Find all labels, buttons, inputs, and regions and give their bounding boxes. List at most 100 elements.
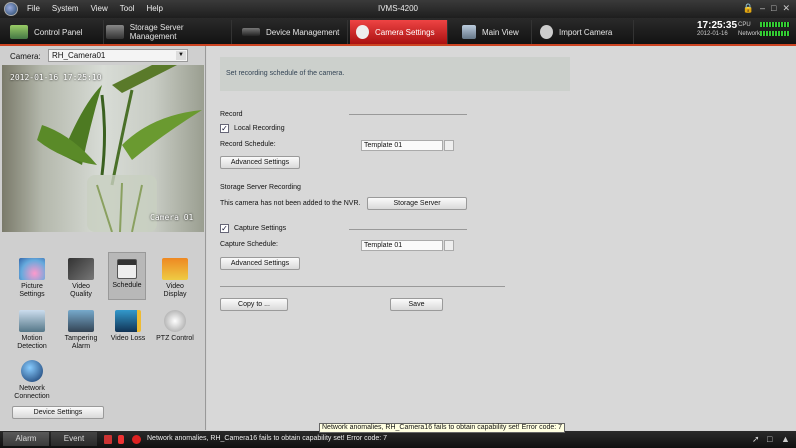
status-message: Network anomalies, RH_Camera16 fails to … xyxy=(147,435,388,442)
capture-schedule-select[interactable]: Template 01 xyxy=(361,240,443,251)
function-video-quality[interactable]: Video Quality xyxy=(62,258,100,299)
motion-detection-icon xyxy=(19,310,45,332)
function-label: Network Connection xyxy=(14,385,50,400)
event-tab[interactable]: Event xyxy=(51,432,97,446)
camera-preview[interactable]: 2012-01-16 17:25:10 Camera 01 xyxy=(2,65,204,232)
network-label: Network xyxy=(738,31,761,37)
camera-select-value: RH_Camera01 xyxy=(52,51,106,60)
record-advanced-settings-button[interactable]: Advanced Settings xyxy=(220,156,300,169)
camera-warning-icon xyxy=(132,435,141,444)
tab-label: Control Panel xyxy=(34,27,83,37)
function-label: Motion Detection xyxy=(17,335,47,350)
restore-icon[interactable]: □ xyxy=(767,434,772,444)
tab-label: Camera Settings xyxy=(375,27,435,37)
record-schedule-select[interactable]: Template 01 xyxy=(361,140,443,151)
hint-box: Set recording schedule of the camera. xyxy=(220,57,570,91)
video-quality-icon xyxy=(68,258,94,280)
schedule-icon xyxy=(117,259,137,279)
tab-label: Device Management xyxy=(266,27,340,37)
capture-schedule-label: Capture Schedule: xyxy=(220,241,278,248)
collapse-icon[interactable]: ▲ xyxy=(781,434,790,444)
alarm-alert-icon[interactable] xyxy=(118,435,124,444)
camera-select[interactable]: RH_Camera01 ▼ xyxy=(48,49,188,62)
device-settings-button[interactable]: Device Settings xyxy=(12,406,104,419)
tampering-alarm-icon xyxy=(68,310,94,332)
local-recording-label: Local Recording xyxy=(234,125,285,132)
tab-label: Import Camera xyxy=(559,27,613,37)
preview-timestamp: 2012-01-16 17:25:10 xyxy=(10,73,102,82)
camera-label: Camera: xyxy=(10,52,41,61)
window-title: IVMS-4200 xyxy=(377,4,419,13)
system-monitor: CPU Network xyxy=(738,21,790,39)
preview-camera-name: Camera 01 xyxy=(150,213,194,222)
record-divider xyxy=(349,114,467,115)
alarm-tab[interactable]: Alarm xyxy=(3,432,49,446)
pin-icon[interactable]: ➚ xyxy=(752,434,760,445)
capture-schedule-edit-button[interactable] xyxy=(444,240,454,251)
maximize-icon[interactable]: □ xyxy=(771,3,776,14)
minimize-icon[interactable]: – xyxy=(760,3,765,14)
local-recording-checkbox[interactable]: ✓ xyxy=(220,124,229,133)
record-schedule-label: Record Schedule: xyxy=(220,141,276,148)
tab-import-camera[interactable]: Import Camera xyxy=(534,20,634,44)
function-label: Video Loss xyxy=(110,335,146,342)
error-tooltip: Network anomalies, RH_Camera16 fails to … xyxy=(319,423,566,433)
chevron-down-icon[interactable]: ▼ xyxy=(176,51,186,60)
function-tampering-alarm[interactable]: Tampering Alarm xyxy=(62,310,100,351)
close-icon[interactable]: ✕ xyxy=(782,3,790,14)
storage-server-button[interactable]: Storage Server xyxy=(367,197,467,210)
camera-settings-icon xyxy=(356,25,369,39)
tab-storage-server-management[interactable]: Storage Server Management xyxy=(100,20,232,44)
function-label: Tampering Alarm xyxy=(64,335,98,350)
control-panel-icon xyxy=(10,25,28,39)
function-motion-detection[interactable]: Motion Detection xyxy=(13,310,51,351)
cpu-label: CPU xyxy=(738,22,751,28)
tab-label: Main View xyxy=(482,27,519,37)
function-schedule[interactable]: Schedule xyxy=(108,252,146,300)
network-meter xyxy=(760,31,790,36)
storage-server-icon xyxy=(106,25,124,39)
tab-label: Storage Server Management xyxy=(129,23,184,41)
function-video-display[interactable]: Video Display xyxy=(156,258,194,299)
cpu-meter xyxy=(760,22,790,27)
lock-icon[interactable]: 🔒 xyxy=(743,3,754,14)
capture-divider xyxy=(349,229,467,230)
ptz-control-icon xyxy=(164,310,186,332)
function-picture-settings[interactable]: Picture Settings xyxy=(13,258,51,299)
function-label: Video Quality xyxy=(70,283,92,298)
left-panel: Camera: RH_Camera01 ▼ 2012-01-16 17:25:1… xyxy=(0,46,206,430)
function-network-connection[interactable]: Network Connection xyxy=(13,360,51,401)
clock-date: 2012-01-16 xyxy=(697,31,728,37)
title-bar: File System View Tool Help IVMS-4200 🔒 –… xyxy=(0,0,796,18)
record-schedule-edit-button[interactable] xyxy=(444,140,454,151)
capture-settings-label: Capture Settings xyxy=(234,225,287,232)
copy-to-button[interactable]: Copy to ... xyxy=(220,298,288,311)
storage-message: This camera has not been added to the NV… xyxy=(220,200,361,207)
main-tab-bar: Control Panel Storage Server Management … xyxy=(0,18,796,46)
clock: 17:25:35 2012-01-16 xyxy=(697,20,737,37)
function-label: Video Display xyxy=(163,283,187,298)
picture-settings-icon xyxy=(19,258,45,280)
status-bar: Alarm Event Network anomalies, RH_Camera… xyxy=(0,431,796,448)
network-connection-icon xyxy=(21,360,43,382)
capture-settings-checkbox[interactable]: ✓ xyxy=(220,224,229,233)
function-label: Schedule xyxy=(112,282,142,289)
tab-camera-settings[interactable]: Camera Settings xyxy=(350,20,448,44)
schedule-panel: Set recording schedule of the camera. Re… xyxy=(207,46,796,430)
alarm-sound-icon[interactable] xyxy=(104,435,112,444)
save-button[interactable]: Save xyxy=(390,298,443,311)
tab-main-view[interactable]: Main View xyxy=(456,20,532,44)
record-heading: Record xyxy=(220,111,243,118)
main-view-icon xyxy=(462,25,476,39)
window-controls: 🔒 – □ ✕ xyxy=(743,3,790,14)
function-video-loss[interactable]: Video Loss xyxy=(108,310,148,343)
actions-divider xyxy=(220,286,505,287)
capture-advanced-settings-button[interactable]: Advanced Settings xyxy=(220,257,300,270)
plant-image xyxy=(37,65,202,232)
tab-control-panel[interactable]: Control Panel xyxy=(4,20,104,44)
function-ptz-control[interactable]: PTZ Control xyxy=(156,310,194,343)
tab-device-management[interactable]: Device Management xyxy=(236,20,348,44)
import-camera-icon xyxy=(540,25,553,39)
function-label: Picture Settings xyxy=(19,283,45,298)
video-loss-icon xyxy=(115,310,141,332)
